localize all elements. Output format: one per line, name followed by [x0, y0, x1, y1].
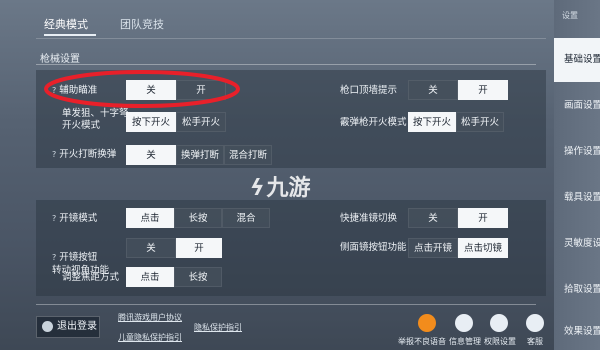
wall-hint-label: 枪口顶墙提示	[340, 85, 398, 96]
scope-view-on[interactable]: 开	[176, 238, 222, 258]
user-agreement-link[interactable]: 腾讯游戏用户协议	[118, 312, 182, 323]
fire-switch-off[interactable]: 关	[126, 145, 176, 165]
user-icon	[42, 321, 53, 332]
zoom-mode-toggle[interactable]: 点击 长按	[126, 267, 222, 287]
sidebar-item-graphics[interactable]: 画面设置	[554, 84, 600, 128]
quick-scope-label: 快捷准镜切换	[340, 213, 398, 224]
zoom-mode-hold[interactable]: 长按	[174, 267, 222, 287]
sniper-fire-label: 单发狙、十字弩 开火模式	[62, 108, 129, 131]
wall-hint-on[interactable]: 开	[458, 80, 508, 100]
scope-view-off[interactable]: 关	[126, 238, 176, 258]
zoom-mode-label: 调整焦距方式	[62, 272, 120, 283]
fire-switch-toggle[interactable]: 关 换弹打断 混合打断	[126, 145, 272, 165]
side-scope-label: 侧面镜按钮功能	[340, 242, 407, 253]
child-privacy-link[interactable]: 儿童隐私保护指引	[118, 332, 182, 343]
sidebar-title: 设置	[562, 11, 578, 20]
sidebar-item-effects[interactable]: 效果设置	[554, 310, 600, 350]
zoom-mode-tap[interactable]: 点击	[126, 267, 174, 287]
sidebar-item-pickup[interactable]: 拾取设置	[554, 268, 600, 312]
permission-icon[interactable]	[490, 314, 508, 332]
report-voice-icon[interactable]	[418, 314, 436, 332]
customer-service-label: 客服	[527, 337, 543, 346]
info-manage-label: 信息管理	[449, 337, 481, 346]
fire-switch-mixed[interactable]: 混合打断	[224, 145, 272, 165]
sidebar-item-basic[interactable]: 基础设置	[554, 38, 600, 82]
sniper-release-fire[interactable]: 松手开火	[176, 112, 226, 132]
help-icon: ?	[52, 214, 57, 223]
fire-switch-reload[interactable]: 换弹打断	[176, 145, 224, 165]
shotgun-release-fire[interactable]: 松手开火	[456, 112, 504, 132]
scope-mode-tap[interactable]: 点击	[126, 208, 174, 228]
quick-scope-on[interactable]: 开	[458, 208, 508, 228]
side-scope-switch[interactable]: 点击切镜	[458, 238, 508, 258]
scope-mode-toggle[interactable]: 点击 长按 混合	[126, 208, 270, 228]
permission-label: 权限设置	[484, 337, 516, 346]
customer-service-icon[interactable]	[526, 314, 544, 332]
help-icon: ?	[52, 253, 57, 262]
quick-scope-toggle[interactable]: 关 开	[408, 208, 508, 228]
shotgun-fire-label: 霰弹枪开火模式	[340, 117, 407, 128]
tab-team[interactable]: 团队竞技	[120, 14, 180, 36]
watermark-logo: ϟ九游	[250, 176, 311, 201]
sniper-fire-toggle[interactable]: 按下开火 松手开火	[126, 112, 226, 132]
sidebar-item-controls[interactable]: 操作设置	[554, 130, 600, 174]
info-manage-icon[interactable]	[455, 314, 473, 332]
scope-mode-label: ? 开镜模式	[52, 213, 98, 224]
sidebar-item-sensitivity[interactable]: 灵敏度设	[554, 222, 600, 266]
privacy-guide-link[interactable]: 隐私保护指引	[194, 322, 242, 333]
report-voice-label: 举报不良语音	[398, 337, 446, 346]
shotgun-press-fire[interactable]: 按下开火	[408, 112, 456, 132]
wall-hint-off[interactable]: 关	[408, 80, 458, 100]
sidebar-item-vehicle[interactable]: 载具设置	[554, 176, 600, 220]
section-title: 枪械设置	[40, 54, 80, 65]
bottom-divider	[36, 304, 536, 305]
tab-classic[interactable]: 经典模式	[44, 14, 96, 36]
divider	[36, 38, 546, 39]
side-scope-toggle[interactable]: 点击开镜 点击切镜	[408, 238, 508, 258]
shotgun-fire-toggle[interactable]: 按下开火 松手开火	[408, 112, 504, 132]
logout-button[interactable]: 退出登录	[36, 316, 100, 338]
quick-scope-off[interactable]: 关	[408, 208, 458, 228]
scope-mode-mixed[interactable]: 混合	[222, 208, 270, 228]
fire-switch-label: ? 开火打断换弹	[52, 149, 117, 160]
section-divider	[36, 64, 536, 65]
side-scope-open[interactable]: 点击开镜	[408, 238, 458, 258]
sniper-press-fire[interactable]: 按下开火	[126, 112, 176, 132]
wall-hint-toggle[interactable]: 关 开	[408, 80, 508, 100]
highlight-circle	[44, 70, 240, 108]
help-icon: ?	[52, 150, 57, 159]
scope-mode-hold[interactable]: 长按	[174, 208, 222, 228]
scope-view-toggle[interactable]: 关 开	[126, 238, 222, 258]
